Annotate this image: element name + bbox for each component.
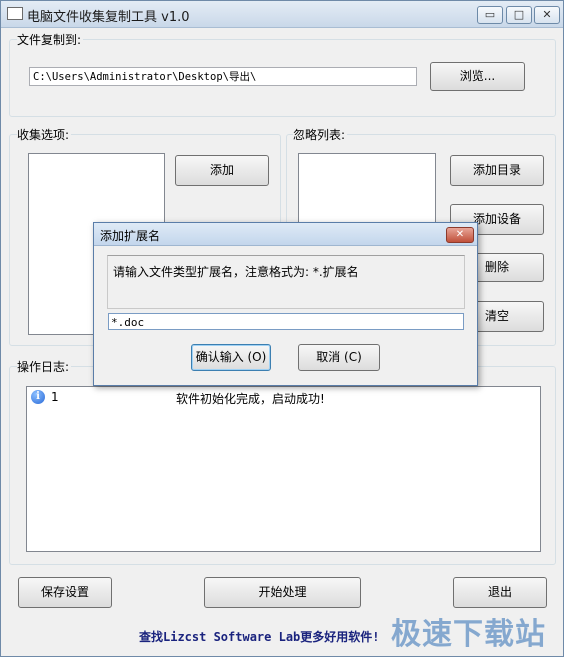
- minimize-button[interactable]: ▭: [477, 6, 503, 24]
- confirm-input-button[interactable]: 确认输入 (O): [191, 344, 271, 371]
- info-icon: i: [31, 390, 45, 404]
- destination-path-input[interactable]: C:\Users\Administrator\Desktop\导出\: [29, 67, 417, 86]
- log-label: 操作日志:: [17, 358, 72, 375]
- add-extension-dialog: 添加扩展名 ✕ 请输入文件类型扩展名，注意格式为: *.扩展名 *.doc 确认…: [93, 222, 478, 386]
- dialog-message: 请输入文件类型扩展名，注意格式为: *.扩展名: [113, 265, 359, 279]
- log-entry-index: 1: [51, 390, 59, 404]
- app-book-icon: [7, 7, 23, 20]
- window-title: 电脑文件收集复制工具 v1.0: [27, 10, 190, 25]
- maximize-button[interactable]: □: [506, 6, 532, 24]
- copy-to-label: 文件复制到:: [17, 31, 84, 48]
- title-bar: 电脑文件收集复制工具 v1.0 ▭ □ ✕: [1, 1, 563, 28]
- dialog-close-button[interactable]: ✕: [446, 227, 474, 243]
- log-entry-message: 软件初始化完成，启动成功!: [176, 392, 325, 406]
- ignore-label: 忽略列表:: [293, 126, 348, 143]
- collect-add-button[interactable]: 添加: [175, 155, 269, 186]
- start-process-button[interactable]: 开始处理: [204, 577, 361, 608]
- exit-button[interactable]: 退出: [453, 577, 547, 608]
- dialog-message-box: 请输入文件类型扩展名，注意格式为: *.扩展名: [107, 255, 465, 309]
- dialog-title-bar: 添加扩展名 ✕: [94, 223, 477, 246]
- add-directory-button[interactable]: 添加目录: [450, 155, 544, 186]
- dialog-title: 添加扩展名: [100, 229, 161, 243]
- watermark-text: 极速下载站: [391, 617, 546, 652]
- more-software-link[interactable]: 查找Lizcst Software Lab更多好用软件!: [139, 628, 380, 645]
- log-list[interactable]: i 1 软件初始化完成，启动成功!: [26, 386, 541, 552]
- cancel-button[interactable]: 取消 (C): [298, 344, 380, 371]
- save-settings-button[interactable]: 保存设置: [18, 577, 112, 608]
- collect-label: 收集选项:: [17, 126, 72, 143]
- close-button[interactable]: ✕: [534, 6, 560, 24]
- extension-input[interactable]: *.doc: [108, 313, 464, 330]
- browse-button[interactable]: 浏览...: [430, 62, 525, 91]
